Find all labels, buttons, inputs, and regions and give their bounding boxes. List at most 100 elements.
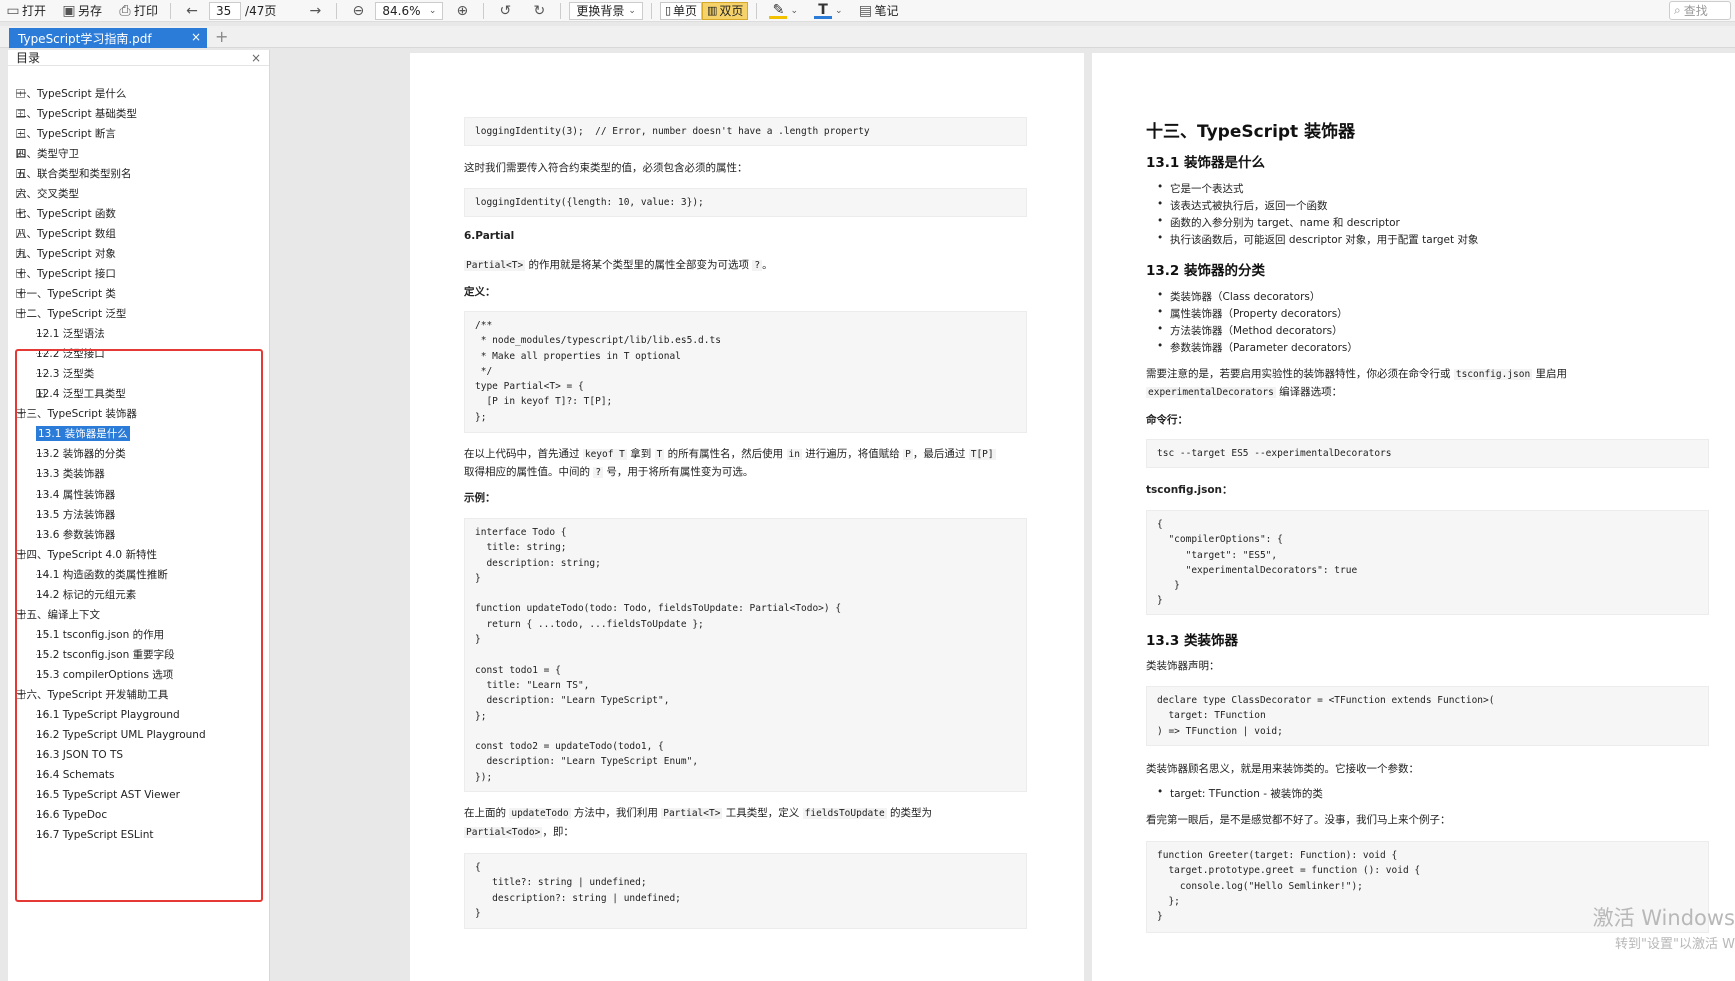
toolbar-divider <box>560 2 562 19</box>
paragraph: 这时我们需要传入符合约束类型的值，必须包含必须的属性： <box>464 162 748 174</box>
toc-item-label: 一、TypeScript 是什么 <box>16 87 127 100</box>
toc-item-label: 三、TypeScript 断言 <box>16 127 116 140</box>
next-page-button[interactable]: → <box>302 1 328 21</box>
toolbar-divider <box>483 2 485 19</box>
inline-code: in <box>786 449 802 460</box>
arrow-left-icon: ← <box>186 2 198 19</box>
toolbar-divider <box>336 2 338 19</box>
toolbar-divider <box>756 2 758 19</box>
toc-item-label: 十二、TypeScript 泛型 <box>16 308 127 321</box>
toolbar-divider <box>170 2 172 19</box>
toc-item[interactable]: − 十二、TypeScript 泛型 <box>16 305 126 323</box>
double-page-icon: ▥ <box>707 4 718 17</box>
toc-item[interactable]: + 七、TypeScript 函数 <box>16 204 116 222</box>
close-icon[interactable]: × <box>251 51 261 65</box>
code-block: declare type ClassDecorator = <TFunction… <box>1146 686 1709 746</box>
close-icon[interactable]: × <box>191 30 201 44</box>
page-total-label: /47页 <box>245 4 277 18</box>
new-tab-icon[interactable]: + <box>215 29 228 45</box>
rotate-right-button[interactable]: ↻ <box>526 1 552 21</box>
saveas-button[interactable]: ▣ 另存 <box>56 1 106 21</box>
tsconfig-label: tsconfig.json： <box>1146 484 1233 496</box>
text-span: 方法中，我们利用 <box>570 807 662 819</box>
list-item: target: TFunction - 被装饰的类 <box>1157 786 1323 801</box>
zoom-value: 84.6% <box>382 3 421 18</box>
toolbar: ▭ 打开 ▣ 另存 ⎙ 打印 ← 35 /47页 → ⊖ 84.6% ⌄ ⊕ ↺ ↻ 更… <box>0 0 1735 22</box>
list-item: 该表达式被执行后，返回一个函数 <box>1157 198 1327 213</box>
text-span: 拿到 <box>626 448 655 460</box>
toc-item[interactable]: + 五、联合类型和类型别名 <box>16 164 132 182</box>
toc-item[interactable]: 12.1 泛型语法 <box>36 325 105 343</box>
chapter-heading: 十三、TypeScript 装饰器 <box>1146 122 1356 142</box>
tab-document[interactable]: TypeScript学习指南.pdf × <box>9 28 207 48</box>
single-page-toggle[interactable]: ▯ 单页 <box>659 1 703 20</box>
toolbar-divider <box>650 2 652 19</box>
search-input[interactable]: ⌕ 查找 <box>1669 1 1731 20</box>
zoom-select[interactable]: 84.6% ⌄ <box>375 1 444 20</box>
print-button[interactable]: ⎙ 打印 <box>112 1 162 21</box>
arrow-right-icon: → <box>309 2 322 19</box>
rotate-left-button[interactable]: ↺ <box>492 1 518 21</box>
section-heading: 13.1 装饰器是什么 <box>1146 155 1266 171</box>
text-span: 的类型为 <box>886 807 933 819</box>
open-button[interactable]: ▭ 打开 <box>0 1 50 21</box>
list-item: 属性装饰器（Property decorators） <box>1157 306 1348 321</box>
paragraph: 类装饰器顾名思义，就是用来装饰类的。它接收一个参数： <box>1146 763 1419 775</box>
single-page-icon: ▯ <box>664 4 671 17</box>
background-select[interactable]: 更换背景 ⌄ <box>569 1 643 20</box>
inline-code: T <box>654 449 665 460</box>
page-number-input[interactable]: 35 <box>209 1 242 20</box>
background-label: 更换背景 <box>576 4 625 18</box>
toc-item[interactable]: + 六、交叉类型 <box>16 184 79 202</box>
paragraph: 在以上代码中，首先通过 keyof T 拿到 T 的所有属性名，然后使用 in … <box>464 446 996 461</box>
text-span: 需要注意的是，若要启用实验性的装饰器特性，你必须在命令行或 <box>1146 368 1454 380</box>
toc-item[interactable]: + 十一、TypeScript 类 <box>16 285 116 303</box>
single-page-label: 单页 <box>673 4 698 18</box>
search-placeholder: 查找 <box>1683 4 1708 18</box>
text-color-button[interactable]: T ⌄ <box>810 1 847 21</box>
toc-item-label: 十、TypeScript 接口 <box>16 267 116 280</box>
tab-bar: TypeScript学习指南.pdf × + <box>0 26 1735 48</box>
inline-code: T[P] <box>968 449 996 460</box>
text-span: 在以上代码中，首先通过 <box>464 448 583 460</box>
toc-item[interactable]: + 三、TypeScript 断言 <box>16 124 116 142</box>
toc-item[interactable]: + 一、TypeScript 是什么 <box>16 84 126 102</box>
code-block: loggingIdentity(3); // Error, number doe… <box>464 117 1027 146</box>
list-item: 它是一个表达式 <box>1157 181 1243 196</box>
toc-item-label: 六、交叉类型 <box>16 187 79 200</box>
inline-code: experimentalDecorators <box>1146 387 1276 398</box>
code-block: /** * node_modules/typescript/lib/lib.es… <box>464 311 1027 433</box>
command-label: 命令行： <box>1146 414 1188 426</box>
notes-button[interactable]: ▤ 笔记 <box>853 1 903 21</box>
zoom-in-icon: ⊕ <box>456 2 469 19</box>
list-item: 方法装饰器（Method decorators） <box>1157 323 1343 338</box>
code-block: { title?: string | undefined; descriptio… <box>464 853 1027 929</box>
code-block: tsc --target ES5 --experimentalDecorator… <box>1146 439 1709 468</box>
prev-page-button[interactable]: ← <box>179 1 205 21</box>
toc-item[interactable]: + 四、类型守卫 <box>16 144 79 162</box>
toc-sidebar: 目录 × + 一、TypeScript 是什么 + 二、TypeScript 基础类型… <box>8 50 270 981</box>
chevron-down-icon: ⌄ <box>628 5 636 16</box>
list-item: 执行该函数后，可能返回 descriptor 对象，用于配置 target 对象 <box>1157 232 1478 247</box>
zoom-out-button[interactable]: ⊖ <box>345 1 371 21</box>
double-page-toggle[interactable]: ▥ 双页 <box>702 1 749 20</box>
highlight-button[interactable]: ✎ ⌄ <box>765 1 802 21</box>
inline-code: P <box>903 449 913 460</box>
highlight-annotation-box <box>15 349 263 902</box>
zoom-in-button[interactable]: ⊕ <box>449 1 475 21</box>
chevron-down-icon: ⌄ <box>428 5 437 16</box>
notes-label: 笔记 <box>874 4 899 18</box>
toc-item[interactable]: + 二、TypeScript 基础类型 <box>16 104 137 122</box>
chevron-down-icon: ⌄ <box>790 5 798 16</box>
rotate-left-icon: ↺ <box>499 2 512 19</box>
inline-code: tsconfig.json <box>1453 369 1533 380</box>
toc-header: 目录 × <box>8 50 269 66</box>
toc-item[interactable]: + 九、TypeScript 对象 <box>16 244 116 262</box>
inline-code: keyof T <box>582 449 627 460</box>
code-block: loggingIdentity({length: 10, value: 3}); <box>464 188 1027 217</box>
toc-item[interactable]: + 八、TypeScript 数组 <box>16 224 116 242</box>
toc-item[interactable]: + 十、TypeScript 接口 <box>16 264 116 282</box>
toc-title: 目录 <box>16 51 41 65</box>
toc-item-label: 七、TypeScript 函数 <box>16 207 116 220</box>
open-label: 打开 <box>22 4 47 18</box>
